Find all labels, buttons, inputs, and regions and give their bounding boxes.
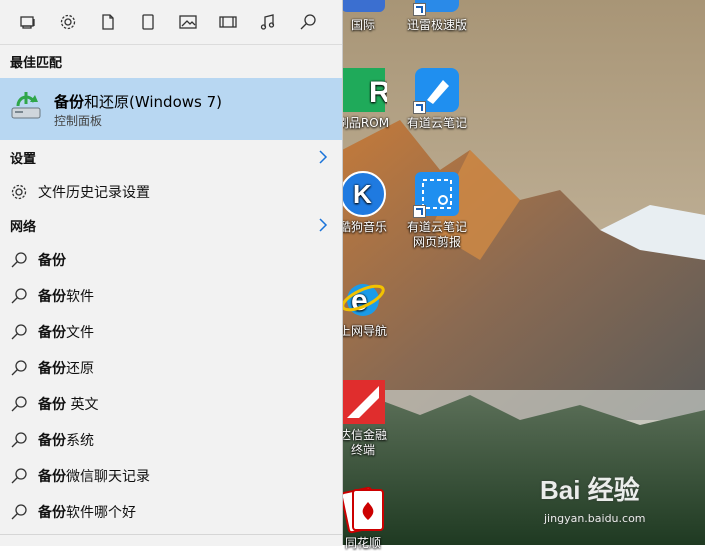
desktop-icon-youdao-note[interactable]: 有道云笔记 (392, 66, 482, 131)
best-match-subtitle: 控制面板 (54, 114, 103, 128)
best-match-title-bold: 备份 (54, 93, 85, 111)
devices-filter-button[interactable] (128, 2, 168, 42)
web-search-icon (11, 396, 27, 412)
web-result[interactable]: 备份软件 (0, 277, 342, 313)
music-filter-button[interactable] (248, 2, 288, 42)
settings-gear-icon (60, 14, 76, 30)
watermark-site: jingyan.baidu.com (544, 512, 646, 525)
internet-explorer-icon: e (339, 274, 387, 322)
phone-tablet-icon (142, 14, 154, 30)
app-icon (339, 0, 387, 16)
tonghuashun-icon (339, 486, 387, 534)
best-match-header-label: 最佳匹配 (10, 55, 63, 71)
daxin-finance-icon (339, 378, 387, 426)
web-result-label: 备份软件哪个好 (38, 502, 136, 522)
apps-icon (20, 16, 35, 29)
web-result-label: 备份系统 (38, 430, 94, 450)
desktop-icon-label: 迅雷极速版 (406, 18, 467, 32)
backup-restore-icon (8, 88, 44, 128)
baidu-jingyan-watermark: Bai 经验 jingyan.baidu.com (540, 470, 646, 525)
web-search-icon (11, 504, 27, 520)
web-result-bold: 备份 (38, 253, 66, 269)
web-result[interactable]: 备份软件哪个好 (0, 493, 342, 529)
shortcut-arrow-icon (413, 101, 426, 114)
svg-text:R: R (369, 76, 387, 109)
youdao-clipper-icon (413, 170, 461, 218)
settings-result-file-history[interactable]: 文件历史记录设置 (0, 173, 342, 209)
web-search-icon (300, 14, 316, 30)
document-icon (102, 14, 114, 30)
search-results-panel: 最佳匹配 备份和还原(Windows 7) 控制面板 设置 文件历史记录设置 网… (0, 0, 343, 546)
chevron-right-icon (319, 218, 328, 232)
apps-filter-button[interactable] (8, 2, 48, 42)
web-header-label: 网络 (10, 219, 37, 235)
desktop-icon-label: 有道云笔记 (406, 116, 467, 130)
web-result[interactable]: 备份文件 (0, 313, 342, 349)
web-search-icon (11, 324, 27, 340)
web-search-icon (11, 360, 27, 376)
shortcut-arrow-icon (413, 205, 426, 218)
web-result[interactable]: 备份 (0, 241, 342, 277)
search-box-edge[interactable] (0, 534, 342, 546)
best-match-result[interactable]: 备份和还原(Windows 7) 控制面板 (0, 78, 342, 140)
web-result-rest: 软件哪个好 (66, 505, 136, 521)
web-filter-button[interactable] (288, 2, 328, 42)
web-search-icon (11, 288, 27, 304)
settings-filter-button[interactable] (48, 2, 88, 42)
best-match-title: 备份和还原(Windows 7) (54, 91, 222, 112)
web-result-label: 备份 英文 (38, 394, 98, 414)
chevron-right-icon (319, 150, 328, 164)
web-result[interactable]: 备份微信聊天记录 (0, 457, 342, 493)
desktop-icon-label: 有道云笔记 网页剪报 (406, 220, 467, 249)
videos-filter-button[interactable] (208, 2, 248, 42)
settings-result-label: 文件历史记录设置 (38, 185, 150, 201)
youdao-note-icon (413, 66, 461, 114)
web-result-bold: 备份 (38, 361, 66, 377)
web-result-bold: 备份 (38, 505, 66, 521)
web-result-bold: 备份 (38, 433, 66, 449)
web-result[interactable]: 备份 英文 (0, 385, 342, 421)
watermark-brand: Bai 经验 (540, 475, 640, 505)
web-result-bold: 备份 (38, 325, 66, 341)
web-search-icon (11, 432, 27, 448)
rom-icon: R (339, 66, 387, 114)
web-result-label: 备份还原 (38, 358, 94, 378)
web-result-rest: 系统 (66, 433, 94, 449)
settings-header[interactable]: 设置 (0, 142, 342, 172)
kugou-icon: K (339, 170, 387, 218)
web-result[interactable]: 备份系统 (0, 421, 342, 457)
web-result-rest: 还原 (66, 361, 94, 377)
web-header[interactable]: 网络 (0, 210, 342, 240)
xunlei-icon (413, 0, 461, 16)
web-result-label: 备份微信聊天记录 (38, 466, 150, 486)
web-result-label: 备份 (38, 250, 66, 270)
web-result[interactable]: 备份还原 (0, 349, 342, 385)
web-result-label: 备份文件 (38, 322, 94, 342)
settings-gear-icon (11, 184, 27, 200)
best-match-header: 最佳匹配 (0, 46, 342, 76)
shortcut-arrow-icon (413, 3, 426, 16)
search-filter-bar (0, 0, 342, 45)
desktop-icon-xunlei[interactable]: 迅雷极速版 (392, 0, 482, 33)
web-result-label: 备份软件 (38, 286, 94, 306)
video-icon (219, 16, 237, 28)
music-icon (260, 14, 275, 30)
svg-text:K: K (353, 179, 372, 209)
web-result-bold: 备份 (38, 289, 66, 305)
photos-filter-button[interactable] (168, 2, 208, 42)
web-result-bold: 备份 (38, 397, 66, 413)
desktop-icon-youdao-clipper[interactable]: 有道云笔记 网页剪报 (392, 170, 482, 250)
settings-header-label: 设置 (10, 151, 37, 167)
web-result-rest: 软件 (66, 289, 94, 305)
best-match-title-rest: 和还原(Windows 7) (84, 93, 222, 111)
documents-filter-button[interactable] (88, 2, 128, 42)
web-result-bold: 备份 (38, 469, 66, 485)
photo-icon (179, 15, 197, 29)
web-result-rest: 英文 (66, 397, 99, 413)
web-result-rest: 微信聊天记录 (66, 469, 150, 485)
web-search-icon (11, 252, 27, 268)
web-search-icon (11, 468, 27, 484)
web-result-rest: 文件 (66, 325, 94, 341)
